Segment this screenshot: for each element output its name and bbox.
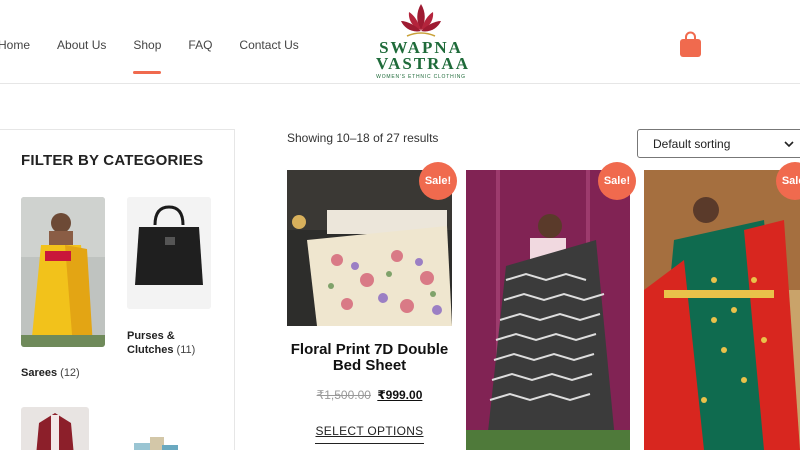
product-card[interactable]: Sale! Floral Print 7D Double Bed Sheet ₹… (287, 162, 457, 444)
category-sarees-image[interactable] (21, 197, 105, 347)
nav-shop[interactable]: Shop (133, 38, 162, 74)
category-filter-sidebar: FILTER BY CATEGORIES Sarees (12) Purses … (0, 129, 235, 450)
nav-about-us[interactable]: About Us (57, 38, 106, 52)
product-card[interactable]: Sale! (466, 162, 636, 450)
nav-contact-us[interactable]: Contact Us (239, 38, 298, 52)
select-options-label[interactable]: SELECT OPTIONS (315, 424, 424, 444)
category-third-image[interactable] (21, 407, 89, 450)
category-purses-count: (11) (176, 344, 196, 356)
shopping-bag-icon[interactable] (679, 30, 702, 58)
product-price: ₹1,500.00 ₹999.00 (287, 388, 452, 402)
filter-title: FILTER BY CATEGORIES (21, 152, 204, 169)
category-sarees-label[interactable]: Sarees (12) (21, 366, 105, 380)
sale-badge: Sale! (598, 162, 636, 200)
sorting-selected-value: Default sorting (653, 137, 731, 151)
category-fourth-image[interactable] (130, 433, 182, 450)
result-count: Showing 10–18 of 27 results (287, 131, 439, 145)
category-purses-clutches[interactable]: Purses & Clutches (11) (127, 197, 211, 357)
chevron-down-icon (784, 141, 794, 148)
category-third[interactable] (21, 407, 89, 450)
category-sarees-count: (12) (60, 367, 80, 379)
product-image[interactable] (644, 170, 800, 450)
lotus-logo-icon (401, 4, 441, 37)
original-price: ₹1,500.00 (316, 388, 371, 402)
logo-line-2: VASTRAA (376, 54, 470, 73)
product-image[interactable] (466, 170, 630, 450)
product-card[interactable]: Sale! (644, 162, 800, 450)
sorting-select[interactable]: Default sorting (637, 129, 800, 158)
nav-faq[interactable]: FAQ (188, 38, 212, 52)
sale-badge: Sale! (419, 162, 457, 200)
product-title[interactable]: Floral Print 7D Double Bed Sheet (287, 342, 452, 374)
select-options-button[interactable]: SELECT OPTIONS (287, 424, 452, 444)
main-nav: Home About Us Shop FAQ Contact Us (0, 38, 326, 74)
category-purses-label[interactable]: Purses & Clutches (11) (127, 329, 211, 357)
category-sarees-name[interactable]: Sarees (21, 367, 57, 379)
site-header: Home About Us Shop FAQ Contact Us SWAPNA… (0, 0, 800, 84)
site-logo[interactable]: SWAPNA VASTRAA WOMEN'S ETHNIC CLOTHING (376, 2, 470, 80)
sale-price: ₹999.00 (377, 388, 423, 402)
category-sarees[interactable]: Sarees (12) (21, 197, 105, 380)
nav-home[interactable]: Home (0, 38, 30, 52)
logo-tagline: WOMEN'S ETHNIC CLOTHING (376, 74, 466, 80)
category-purses-name[interactable]: Purses & Clutches (127, 330, 175, 356)
category-fourth[interactable] (130, 433, 182, 450)
category-purses-image[interactable] (127, 197, 211, 309)
